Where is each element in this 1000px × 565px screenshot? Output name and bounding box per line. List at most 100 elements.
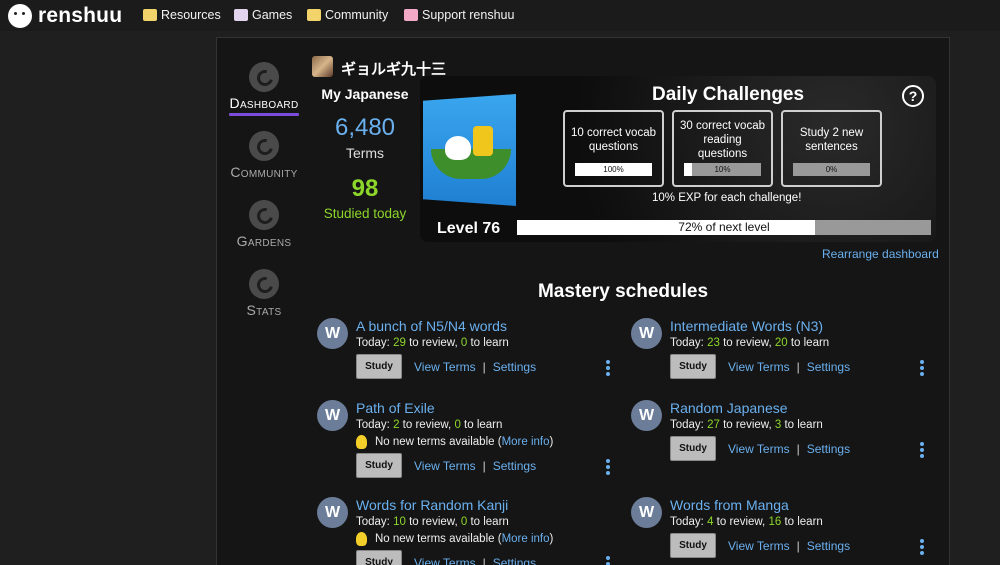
schedule-avatar: W — [317, 400, 348, 431]
schedule-avatar: W — [631, 318, 662, 349]
level-progress-bar: 72% of next level — [517, 220, 931, 235]
nav-community[interactable]: Community — [307, 8, 388, 22]
link-separator: | — [482, 459, 486, 473]
sidebar-item-gardens[interactable]: Gardens — [224, 200, 304, 249]
help-icon[interactable]: ? — [902, 85, 924, 107]
challenge-card[interactable]: Study 2 new sentences 0% — [781, 110, 882, 187]
schedule-links: View Terms | Settings — [414, 360, 536, 374]
view-terms-link[interactable]: View Terms — [728, 360, 790, 374]
schedule-today-status: Today: 2 to review, 0 to learn — [356, 419, 503, 431]
schedule-title[interactable]: A bunch of N5/N4 words — [356, 318, 507, 334]
schedule-card: W A bunch of N5/N4 words Today: 29 to revi… — [317, 318, 617, 379]
settings-link[interactable]: Settings — [493, 360, 536, 374]
view-terms-link[interactable]: View Terms — [414, 556, 476, 565]
terms-count: 6,480 — [334, 114, 396, 141]
logo[interactable]: renshuu — [8, 3, 122, 28]
challenge-progress-label: 100% — [603, 165, 624, 174]
schedule-links: View Terms | Settings — [414, 556, 536, 565]
schedule-today-status: Today: 27 to review, 3 to learn — [670, 419, 823, 431]
sidebar-item-dashboard[interactable]: Dashboard — [224, 62, 304, 116]
nav-games[interactable]: Games — [234, 8, 292, 22]
sidebar-item-label: Dashboard — [229, 95, 299, 111]
schedule-title[interactable]: Path of Exile — [356, 400, 435, 416]
review-count: 27 — [707, 419, 720, 431]
my-japanese-title: My Japanese — [321, 86, 409, 102]
link-separator: | — [796, 360, 800, 374]
daily-challenges-title: Daily Challenges — [652, 84, 805, 105]
mascot-flag-image — [423, 94, 516, 206]
view-terms-link[interactable]: View Terms — [414, 459, 476, 473]
no-new-terms-note: No new terms available (More info) — [356, 435, 553, 449]
settings-link[interactable]: Settings — [493, 459, 536, 473]
more-options-icon[interactable] — [606, 459, 610, 477]
study-button[interactable]: Study — [670, 436, 716, 461]
schedule-links: View Terms | Settings — [728, 360, 850, 374]
more-options-icon[interactable] — [606, 556, 610, 565]
more-options-icon[interactable] — [920, 360, 924, 378]
renshuu-mascot-icon — [8, 3, 32, 28]
more-info-link[interactable]: More info — [502, 533, 550, 545]
schedule-today-status: Today: 10 to review, 0 to learn — [356, 516, 509, 528]
more-options-icon[interactable] — [920, 442, 924, 460]
no-new-terms-note: No new terms available (More info) — [356, 532, 553, 546]
more-options-icon[interactable] — [606, 360, 610, 378]
challenge-progress-bar: 100% — [575, 163, 652, 176]
study-button[interactable]: Study — [356, 550, 402, 565]
level-label: Level 76 — [437, 220, 501, 237]
link-separator: | — [482, 360, 486, 374]
terms-label: Terms — [345, 145, 385, 161]
rearrange-dashboard-link[interactable]: Rearrange dashboard — [822, 247, 939, 261]
review-count: 10 — [393, 516, 406, 528]
studied-today-count: 98 — [351, 175, 379, 202]
review-count: 29 — [393, 337, 406, 349]
settings-link[interactable]: Settings — [807, 442, 850, 456]
link-separator: | — [482, 556, 486, 565]
stats-icon — [249, 269, 279, 299]
avatar[interactable] — [312, 56, 333, 77]
challenge-card[interactable]: 10 correct vocab questions 100% — [563, 110, 664, 187]
view-terms-link[interactable]: View Terms — [728, 442, 790, 456]
mastery-schedules-title: Mastery schedules — [537, 281, 709, 302]
study-button[interactable]: Study — [670, 354, 716, 379]
challenge-progress-label: 0% — [825, 165, 838, 174]
schedule-title[interactable]: Words from Manga — [670, 497, 789, 513]
study-button[interactable]: Study — [356, 354, 402, 379]
lightbulb-icon — [356, 532, 367, 546]
nav-support[interactable]: Support renshuu — [404, 8, 514, 22]
schedule-card: W Path of Exile Today: 2 to review, 0 to l… — [317, 400, 617, 478]
study-button[interactable]: Study — [670, 533, 716, 558]
schedule-avatar: W — [631, 400, 662, 431]
settings-link[interactable]: Settings — [807, 360, 850, 374]
nav-games-label: Games — [252, 8, 293, 22]
dashboard-icon — [249, 62, 279, 92]
challenge-progress-bar: 0% — [793, 163, 870, 176]
challenge-card[interactable]: 30 correct vocab reading questions 10% — [672, 110, 773, 187]
schedule-card: W Words for Random Kanji Today: 10 to revi… — [317, 497, 617, 565]
learn-count: 16 — [768, 516, 782, 528]
schedule-links: View Terms | Settings — [414, 459, 536, 473]
challenge-text: Study 2 new sentences — [799, 127, 864, 153]
schedule-today-status: Today: 29 to review, 0 to learn — [356, 337, 509, 349]
settings-link[interactable]: Settings — [493, 556, 536, 565]
schedule-title[interactable]: Words for Random Kanji — [356, 497, 508, 513]
schedule-title[interactable]: Random Japanese — [670, 400, 788, 416]
view-terms-link[interactable]: View Terms — [728, 539, 790, 553]
rice-mascot-icon — [445, 136, 471, 160]
nav-resources[interactable]: Resources — [143, 8, 221, 22]
challenge-progress-bar: 10% — [684, 163, 761, 176]
study-button[interactable]: Study — [356, 453, 402, 478]
sidebar-item-stats[interactable]: Stats — [224, 269, 304, 318]
settings-link[interactable]: Settings — [807, 539, 850, 553]
dice-icon — [234, 9, 248, 21]
sidebar-item-label: Community — [230, 164, 298, 180]
view-terms-link[interactable]: View Terms — [414, 360, 476, 374]
sidebar-item-label: Gardens — [236, 233, 292, 249]
schedule-avatar: W — [631, 497, 662, 528]
studied-today-label: Studied today — [323, 206, 407, 221]
more-options-icon[interactable] — [920, 539, 924, 557]
link-separator: | — [796, 539, 800, 553]
sidebar-item-community[interactable]: Community — [224, 131, 304, 180]
more-info-link[interactable]: More info — [502, 436, 550, 448]
nav-support-label: Support renshuu — [422, 8, 515, 22]
schedule-title[interactable]: Intermediate Words (N3) — [670, 318, 823, 334]
